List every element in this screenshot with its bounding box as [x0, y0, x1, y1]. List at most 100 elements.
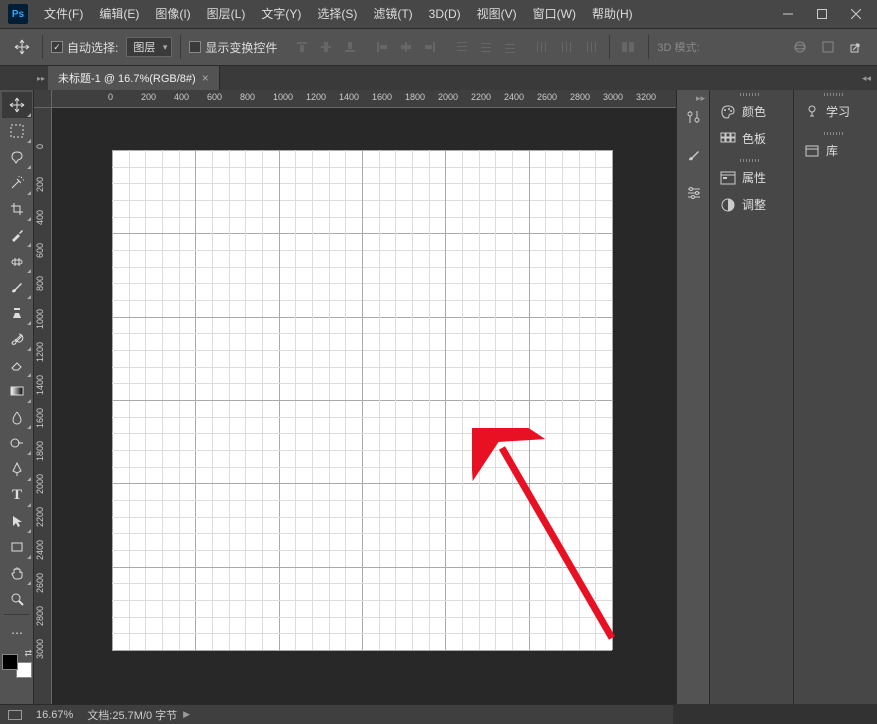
learn-icon: [804, 104, 820, 120]
move-tool[interactable]: [2, 92, 32, 118]
document-tab-title: 未标题-1 @ 16.7%(RGB/8#): [58, 70, 196, 86]
eyedropper-tool[interactable]: [2, 222, 32, 248]
lasso-tool[interactable]: [2, 144, 32, 170]
properties-panel-tab[interactable]: 属性: [710, 164, 793, 191]
clone-stamp-tool[interactable]: [2, 300, 32, 326]
edit-toolbar-icon[interactable]: ⋯: [2, 620, 32, 646]
zoom-tool[interactable]: [2, 586, 32, 612]
status-doc-icon[interactable]: [8, 710, 22, 720]
horizontal-ruler[interactable]: 0200400600800100012001400160018002000220…: [52, 90, 676, 108]
autoselect-toggle[interactable]: ✓ 自动选择:: [51, 39, 118, 56]
align-vcenter-icon[interactable]: [315, 36, 337, 58]
path-selection-tool[interactable]: [2, 508, 32, 534]
palette-icon: [720, 105, 736, 119]
menu-filter[interactable]: 滤镜(T): [365, 0, 420, 28]
doc-info[interactable]: 文档:25.7M/0 字节: [87, 707, 177, 723]
eraser-tool[interactable]: [2, 352, 32, 378]
document-tab-bar: ▸▸ 未标题-1 @ 16.7%(RGB/8#) × ◂◂: [0, 66, 877, 90]
menu-type[interactable]: 文字(Y): [253, 0, 309, 28]
settings-panel-icon[interactable]: [679, 178, 709, 208]
pen-tool[interactable]: [2, 456, 32, 482]
distribute-vcenter-icon[interactable]: [475, 36, 497, 58]
maximize-icon: [817, 9, 827, 19]
distribute-right-icon[interactable]: [579, 36, 601, 58]
adjustments-panel-icon[interactable]: [679, 102, 709, 132]
type-tool[interactable]: T: [2, 482, 32, 508]
minimize-icon: [783, 9, 793, 19]
distribute-top-icon[interactable]: [451, 36, 473, 58]
vertical-ruler[interactable]: 0200400600800100012001400160018002000220…: [34, 108, 52, 704]
autoselect-label: 自动选择:: [67, 39, 118, 56]
minimize-button[interactable]: [771, 0, 805, 28]
ruler-origin[interactable]: [34, 90, 52, 108]
document-tab[interactable]: 未标题-1 @ 16.7%(RGB/8#) ×: [48, 66, 220, 90]
3d-orbit-icon[interactable]: [789, 36, 811, 58]
doc-info-menu-icon[interactable]: ▶: [183, 709, 190, 720]
libraries-panel-tab[interactable]: 库: [794, 137, 877, 164]
healing-brush-tool[interactable]: [2, 248, 32, 274]
foreground-color[interactable]: [2, 654, 18, 670]
align-bottom-icon[interactable]: [339, 36, 361, 58]
zoom-level[interactable]: 16.67%: [36, 709, 73, 721]
gradient-tool[interactable]: [2, 378, 32, 404]
background-color[interactable]: [16, 662, 32, 678]
menu-layer[interactable]: 图层(L): [199, 0, 254, 28]
panel-label: 色板: [742, 130, 766, 147]
select-value: 图层: [133, 39, 155, 55]
autoselect-target-select[interactable]: 图层: [126, 37, 172, 57]
swap-colors-icon[interactable]: ⇄: [24, 648, 32, 659]
close-tab-icon[interactable]: ×: [202, 71, 209, 85]
menu-image[interactable]: 图像(I): [147, 0, 198, 28]
align-top-icon[interactable]: [291, 36, 313, 58]
menu-edit[interactable]: 编辑(E): [91, 0, 147, 28]
menu-view[interactable]: 视图(V): [469, 0, 525, 28]
align-hcenter-icon[interactable]: [395, 36, 417, 58]
library-icon: [804, 144, 820, 158]
rectangle-tool[interactable]: [2, 534, 32, 560]
history-brush-tool[interactable]: [2, 326, 32, 352]
annotation-arrow-icon: [472, 428, 632, 658]
auto-align-icon[interactable]: [618, 36, 640, 58]
brush-panel-icon[interactable]: [679, 140, 709, 170]
learn-panel-tab[interactable]: 学习: [794, 98, 877, 125]
close-button[interactable]: [839, 0, 873, 28]
distribute-hcenter-icon[interactable]: [555, 36, 577, 58]
brush-tool[interactable]: [2, 274, 32, 300]
marquee-tool[interactable]: [2, 118, 32, 144]
app-logo-icon: Ps: [8, 4, 28, 24]
main-area: T ⋯ ⇄ 0200400600800100012001400160018002…: [0, 90, 877, 704]
expand-toolbox-icon[interactable]: ▸▸: [34, 66, 48, 90]
blur-tool[interactable]: [2, 404, 32, 430]
foreground-background-colors[interactable]: ⇄: [2, 648, 32, 678]
dodge-tool[interactable]: [2, 430, 32, 456]
menu-help[interactable]: 帮助(H): [584, 0, 641, 28]
panel-column-1: 颜色 色板 属性 调整: [710, 90, 794, 704]
align-right-icon[interactable]: [419, 36, 441, 58]
hand-tool[interactable]: [2, 560, 32, 586]
align-left-icon[interactable]: [371, 36, 393, 58]
transform-label: 显示变换控件: [205, 39, 277, 56]
distribute-left-icon[interactable]: [531, 36, 553, 58]
swatches-panel-tab[interactable]: 色板: [710, 125, 793, 152]
options-bar: ✓ 自动选择: 图层 显示变换控件 3D 模式:: [0, 28, 877, 66]
magic-wand-tool[interactable]: [2, 170, 32, 196]
move-tool-indicator-icon[interactable]: [10, 35, 34, 59]
menu-file[interactable]: 文件(F): [36, 0, 91, 28]
menu-3d[interactable]: 3D(D): [421, 0, 469, 28]
color-panel-tab[interactable]: 颜色: [710, 98, 793, 125]
crop-tool[interactable]: [2, 196, 32, 222]
3d-mode-label: 3D 模式:: [657, 39, 699, 55]
adjustments-panel-tab[interactable]: 调整: [710, 191, 793, 218]
align-buttons: [291, 36, 601, 58]
share-icon[interactable]: [845, 36, 867, 58]
panel-label: 属性: [742, 169, 766, 186]
distribute-bottom-icon[interactable]: [499, 36, 521, 58]
menu-window[interactable]: 窗口(W): [525, 0, 584, 28]
canvas-viewport[interactable]: [52, 108, 676, 704]
collapse-panels-icon[interactable]: ◂◂: [862, 73, 871, 84]
maximize-button[interactable]: [805, 0, 839, 28]
3d-pan-icon[interactable]: [817, 36, 839, 58]
properties-icon: [720, 171, 736, 185]
menu-select[interactable]: 选择(S): [309, 0, 365, 28]
show-transform-controls-toggle[interactable]: 显示变换控件: [189, 39, 277, 56]
